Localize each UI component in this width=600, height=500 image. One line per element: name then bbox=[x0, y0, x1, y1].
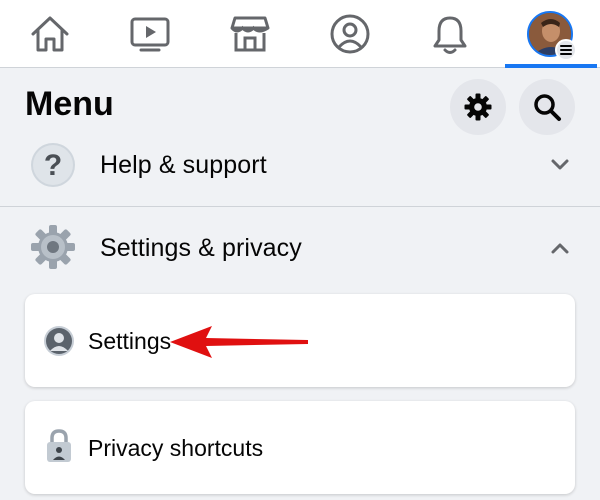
annotation-arrow-icon bbox=[170, 326, 308, 358]
nav-home[interactable] bbox=[5, 0, 95, 68]
nav-notifications[interactable] bbox=[405, 0, 495, 68]
settings-button[interactable] bbox=[450, 79, 506, 135]
chevron-up-icon[interactable] bbox=[548, 236, 572, 260]
question-icon: ? bbox=[28, 140, 78, 190]
video-icon bbox=[130, 17, 170, 52]
gear-icon bbox=[464, 93, 492, 121]
lock-icon bbox=[43, 429, 75, 462]
search-icon bbox=[534, 94, 561, 121]
page-title: Menu bbox=[25, 85, 114, 123]
menu-lines-icon bbox=[555, 39, 577, 61]
nav-marketplace[interactable] bbox=[205, 0, 295, 68]
user-circle-icon bbox=[43, 325, 75, 357]
chevron-down-icon[interactable] bbox=[548, 153, 572, 177]
section-divider bbox=[0, 206, 600, 207]
avatar bbox=[527, 11, 577, 61]
search-button[interactable] bbox=[519, 79, 575, 135]
privacy-shortcuts-item[interactable]: Privacy shortcuts bbox=[25, 401, 575, 494]
settings-label: Settings bbox=[88, 328, 172, 354]
home-icon bbox=[31, 16, 69, 52]
gear-icon bbox=[28, 222, 78, 272]
notifications-icon bbox=[433, 16, 467, 54]
help-support-label: Help & support bbox=[100, 151, 267, 179]
top-navigation-bar bbox=[0, 0, 600, 68]
nav-menu[interactable] bbox=[505, 0, 595, 68]
nav-video[interactable] bbox=[105, 0, 195, 68]
svg-text:?: ? bbox=[44, 149, 62, 182]
settings-privacy-label: Settings & privacy bbox=[100, 234, 302, 262]
help-support-section[interactable]: ? Help & support bbox=[0, 140, 600, 192]
settings-privacy-section[interactable]: Settings & privacy bbox=[0, 222, 600, 274]
active-tab-indicator bbox=[505, 64, 597, 68]
marketplace-icon bbox=[230, 16, 270, 52]
nav-profile[interactable] bbox=[305, 0, 395, 68]
profile-icon bbox=[330, 14, 370, 54]
privacy-shortcuts-label: Privacy shortcuts bbox=[88, 435, 264, 461]
